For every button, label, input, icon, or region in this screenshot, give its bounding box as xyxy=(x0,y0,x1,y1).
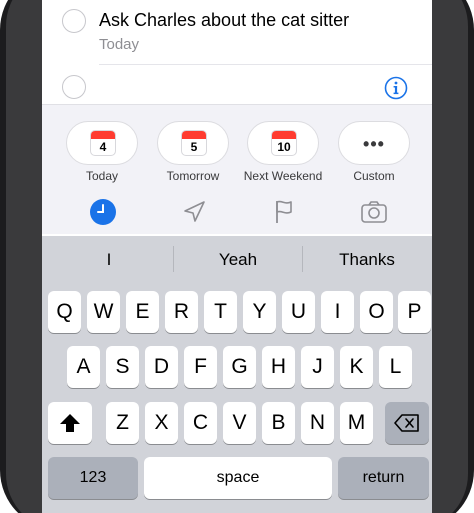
return-key[interactable]: return xyxy=(338,457,429,499)
date-suggestion-bar: 4 Today 5 Tomorrow 10 Next Weekend ••• C… xyxy=(42,104,432,234)
shift-key[interactable] xyxy=(48,402,92,444)
calendar-icon: 5 xyxy=(181,130,207,156)
key-u[interactable]: U xyxy=(282,291,315,333)
camera-icon[interactable] xyxy=(359,197,389,227)
key-p[interactable]: P xyxy=(398,291,431,333)
info-icon[interactable] xyxy=(384,76,408,100)
more-icon: ••• xyxy=(363,134,385,154)
key-k[interactable]: K xyxy=(340,346,373,388)
key-e[interactable]: E xyxy=(126,291,159,333)
calendar-icon: 10 xyxy=(271,130,297,156)
keyboard: I Yeah Thanks Q W E R T Y U I O P A S D … xyxy=(42,236,432,513)
key-a[interactable]: A xyxy=(67,346,100,388)
key-o[interactable]: O xyxy=(360,291,393,333)
flag-icon[interactable] xyxy=(269,197,299,227)
custom-chip[interactable]: ••• xyxy=(338,121,410,165)
custom-label: Custom xyxy=(353,169,395,183)
shift-icon xyxy=(60,414,80,432)
tomorrow-label: Tomorrow xyxy=(166,169,220,183)
space-key[interactable]: space xyxy=(144,457,332,499)
complete-checkbox[interactable] xyxy=(62,75,86,99)
key-l[interactable]: L xyxy=(379,346,412,388)
key-i[interactable]: I xyxy=(321,291,354,333)
prediction-1[interactable]: I xyxy=(45,250,173,270)
location-arrow-icon[interactable] xyxy=(179,197,209,227)
key-n[interactable]: N xyxy=(301,402,334,444)
prediction-2[interactable]: Yeah xyxy=(174,250,302,270)
key-m[interactable]: M xyxy=(340,402,373,444)
today-chip[interactable]: 4 xyxy=(66,121,138,165)
key-t[interactable]: T xyxy=(204,291,237,333)
key-j[interactable]: J xyxy=(301,346,334,388)
key-c[interactable]: C xyxy=(184,402,217,444)
reminders-screen: Ask Charles about the cat sitter Today 4… xyxy=(42,0,432,513)
backspace-icon xyxy=(394,414,419,432)
new-reminder-item[interactable] xyxy=(42,65,432,105)
reminder-date: Today xyxy=(99,36,140,53)
today-label: Today xyxy=(85,169,119,183)
tomorrow-chip[interactable]: 5 xyxy=(157,121,229,165)
prediction-3[interactable]: Thanks xyxy=(303,250,431,270)
key-h[interactable]: H xyxy=(262,346,295,388)
key-g[interactable]: G xyxy=(223,346,256,388)
key-f[interactable]: F xyxy=(184,346,217,388)
key-s[interactable]: S xyxy=(106,346,139,388)
key-d[interactable]: D xyxy=(145,346,178,388)
key-z[interactable]: Z xyxy=(106,402,139,444)
key-r[interactable]: R xyxy=(165,291,198,333)
key-b[interactable]: B xyxy=(262,402,295,444)
reminder-title[interactable]: Ask Charles about the cat sitter xyxy=(99,10,349,31)
key-q[interactable]: Q xyxy=(48,291,81,333)
next-weekend-label: Next Weekend xyxy=(243,169,323,183)
key-v[interactable]: V xyxy=(223,402,256,444)
reminder-item[interactable]: Ask Charles about the cat sitter Today xyxy=(42,0,432,65)
next-weekend-chip[interactable]: 10 xyxy=(247,121,319,165)
delete-key[interactable] xyxy=(385,402,429,444)
key-x[interactable]: X xyxy=(145,402,178,444)
predictive-bar: I Yeah Thanks xyxy=(42,236,432,282)
key-w[interactable]: W xyxy=(87,291,120,333)
clock-icon[interactable] xyxy=(88,197,118,227)
calendar-icon: 4 xyxy=(90,130,116,156)
numbers-key[interactable]: 123 xyxy=(48,457,138,499)
key-y[interactable]: Y xyxy=(243,291,276,333)
complete-checkbox[interactable] xyxy=(62,9,86,33)
